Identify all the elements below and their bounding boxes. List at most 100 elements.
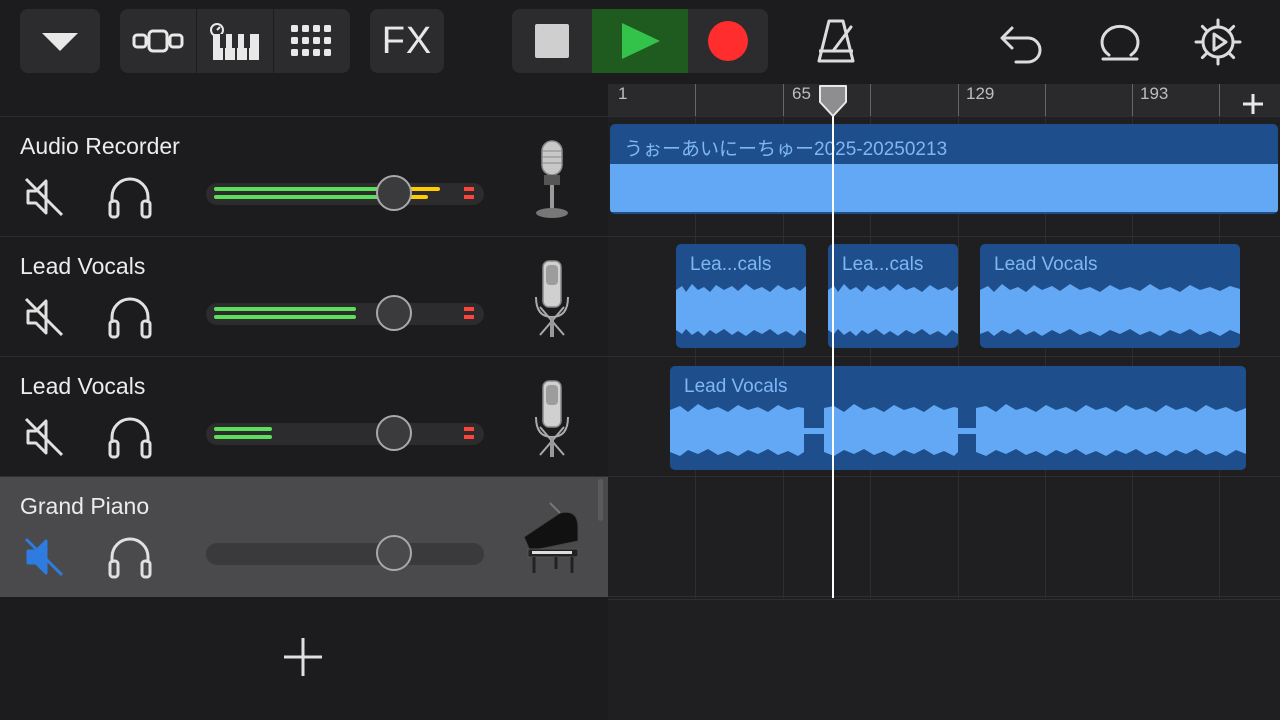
peak-indicator bbox=[464, 315, 474, 319]
volume-slider[interactable] bbox=[206, 543, 484, 565]
ruler-tick bbox=[695, 84, 696, 116]
peak-indicator bbox=[464, 435, 474, 439]
grand-piano-icon bbox=[523, 502, 579, 573]
add-section-button[interactable] bbox=[1238, 88, 1268, 118]
peak-indicator bbox=[464, 187, 474, 191]
track-lane[interactable] bbox=[608, 596, 1280, 600]
region-label: Lead Vocals bbox=[684, 376, 788, 397]
track-name: Audio Recorder bbox=[20, 133, 180, 159]
track-name: Lead Vocals bbox=[20, 373, 146, 399]
volume-knob[interactable] bbox=[376, 535, 412, 571]
peak-indicator bbox=[464, 427, 474, 431]
record-button[interactable] bbox=[688, 9, 768, 73]
track-header-lead-vocals[interactable]: Lead Vocals bbox=[0, 236, 608, 357]
level-meter-right bbox=[214, 435, 272, 439]
waveform bbox=[980, 284, 1240, 336]
playhead-line bbox=[832, 112, 834, 598]
add-track-button[interactable] bbox=[280, 634, 326, 680]
region-label: Lea...cals bbox=[842, 254, 924, 275]
volume-slider[interactable] bbox=[206, 303, 484, 325]
track-name: Grand Piano bbox=[20, 493, 150, 519]
level-meter-left bbox=[214, 427, 272, 431]
ruler-tick bbox=[1045, 84, 1046, 116]
headphones-icon[interactable] bbox=[106, 413, 154, 461]
mute-speaker-icon[interactable] bbox=[22, 175, 66, 219]
ruler-label: 65 bbox=[792, 84, 811, 103]
undo-button[interactable] bbox=[996, 16, 1048, 68]
track-list-scrollbar[interactable] bbox=[598, 479, 603, 521]
peak-indicator bbox=[464, 195, 474, 199]
volume-slider[interactable] bbox=[206, 423, 484, 445]
track-lane[interactable] bbox=[608, 476, 1280, 597]
mute-speaker-icon[interactable] bbox=[22, 415, 66, 459]
track-name: Lead Vocals bbox=[20, 253, 146, 279]
waveform bbox=[676, 284, 806, 336]
playhead-handle[interactable] bbox=[818, 84, 848, 118]
volume-knob[interactable] bbox=[376, 415, 412, 451]
volume-slider[interactable] bbox=[206, 183, 484, 205]
track-header-lead-vocals-2[interactable]: Lead Vocals bbox=[0, 356, 608, 477]
region-label: うぉーあいにーちゅー2025-20250213 bbox=[624, 139, 948, 160]
condenser-mic-icon bbox=[535, 380, 569, 457]
peak-indicator bbox=[464, 307, 474, 311]
volume-knob[interactable] bbox=[376, 175, 412, 211]
audio-region[interactable]: Lead Vocals bbox=[980, 244, 1240, 348]
audio-region[interactable]: Lead Vocals bbox=[670, 366, 1246, 470]
tracks-view-button[interactable] bbox=[120, 9, 196, 73]
loop-browser-button[interactable] bbox=[1094, 16, 1146, 68]
level-meter-right bbox=[214, 315, 356, 319]
stop-button[interactable] bbox=[512, 9, 592, 73]
ruler-tick bbox=[1219, 84, 1220, 116]
metronome-icon bbox=[817, 19, 855, 63]
play-icon bbox=[622, 23, 660, 59]
view-button-group bbox=[120, 9, 350, 73]
ruler-label: 193 bbox=[1140, 84, 1169, 103]
condenser-mic-icon bbox=[535, 260, 569, 337]
region-label: Lead Vocals bbox=[994, 254, 1098, 275]
bar-ruler[interactable]: 1 65 129 193 bbox=[608, 84, 1280, 117]
instrument-view-button[interactable] bbox=[197, 9, 273, 73]
ruler-tick bbox=[783, 84, 784, 116]
headphones-icon[interactable] bbox=[106, 173, 154, 221]
metronome-button[interactable] bbox=[810, 16, 862, 68]
region-label: Lea...cals bbox=[690, 254, 772, 275]
microphone-icon bbox=[536, 140, 568, 218]
loop-icon bbox=[1100, 24, 1140, 61]
headphones-icon[interactable] bbox=[106, 533, 154, 581]
grid-icon bbox=[291, 25, 331, 56]
ruler-label: 129 bbox=[966, 84, 995, 103]
record-icon bbox=[708, 21, 748, 61]
gear-icon bbox=[1194, 18, 1242, 66]
settings-button[interactable] bbox=[1192, 16, 1244, 68]
track-headers: Audio Recorder Lead Vocals Lead Vocals G… bbox=[0, 84, 608, 720]
ruler-label: 1 bbox=[618, 84, 628, 103]
track-header-audio-recorder[interactable]: Audio Recorder bbox=[0, 116, 608, 237]
headphones-icon[interactable] bbox=[106, 293, 154, 341]
live-loops-button[interactable] bbox=[274, 9, 350, 73]
undo-icon bbox=[1000, 26, 1042, 64]
fx-label: FX bbox=[381, 19, 433, 62]
audio-region[interactable]: うぉーあいにーちゅー2025-20250213 bbox=[610, 124, 1278, 214]
ruler-tick bbox=[958, 84, 959, 116]
chevron-down-icon bbox=[42, 33, 78, 51]
stop-icon bbox=[535, 24, 569, 58]
ruler-tick bbox=[870, 84, 871, 116]
toolbar: FX bbox=[0, 0, 1280, 84]
audio-region[interactable]: Lea...cals bbox=[676, 244, 806, 348]
ruler-tick bbox=[1132, 84, 1133, 116]
mute-speaker-icon[interactable] bbox=[22, 535, 66, 579]
level-meter-left bbox=[214, 307, 356, 311]
track-header-grand-piano[interactable]: Grand Piano bbox=[0, 476, 608, 597]
audio-region[interactable]: Lea...cals bbox=[828, 244, 958, 348]
fx-button[interactable]: FX bbox=[370, 9, 444, 73]
waveform bbox=[610, 164, 1278, 212]
menu-dropdown-button[interactable] bbox=[20, 9, 100, 73]
keyboard-icon bbox=[210, 23, 259, 60]
waveform bbox=[828, 284, 958, 336]
waveform bbox=[670, 404, 1246, 456]
mute-speaker-icon[interactable] bbox=[22, 295, 66, 339]
play-button[interactable] bbox=[592, 9, 688, 73]
volume-knob[interactable] bbox=[376, 295, 412, 331]
tracks-view-icon bbox=[132, 29, 184, 53]
timeline-area[interactable]: 1 65 129 193 うぉーあいにーちゅー2025-20250213 Lea… bbox=[608, 84, 1280, 720]
